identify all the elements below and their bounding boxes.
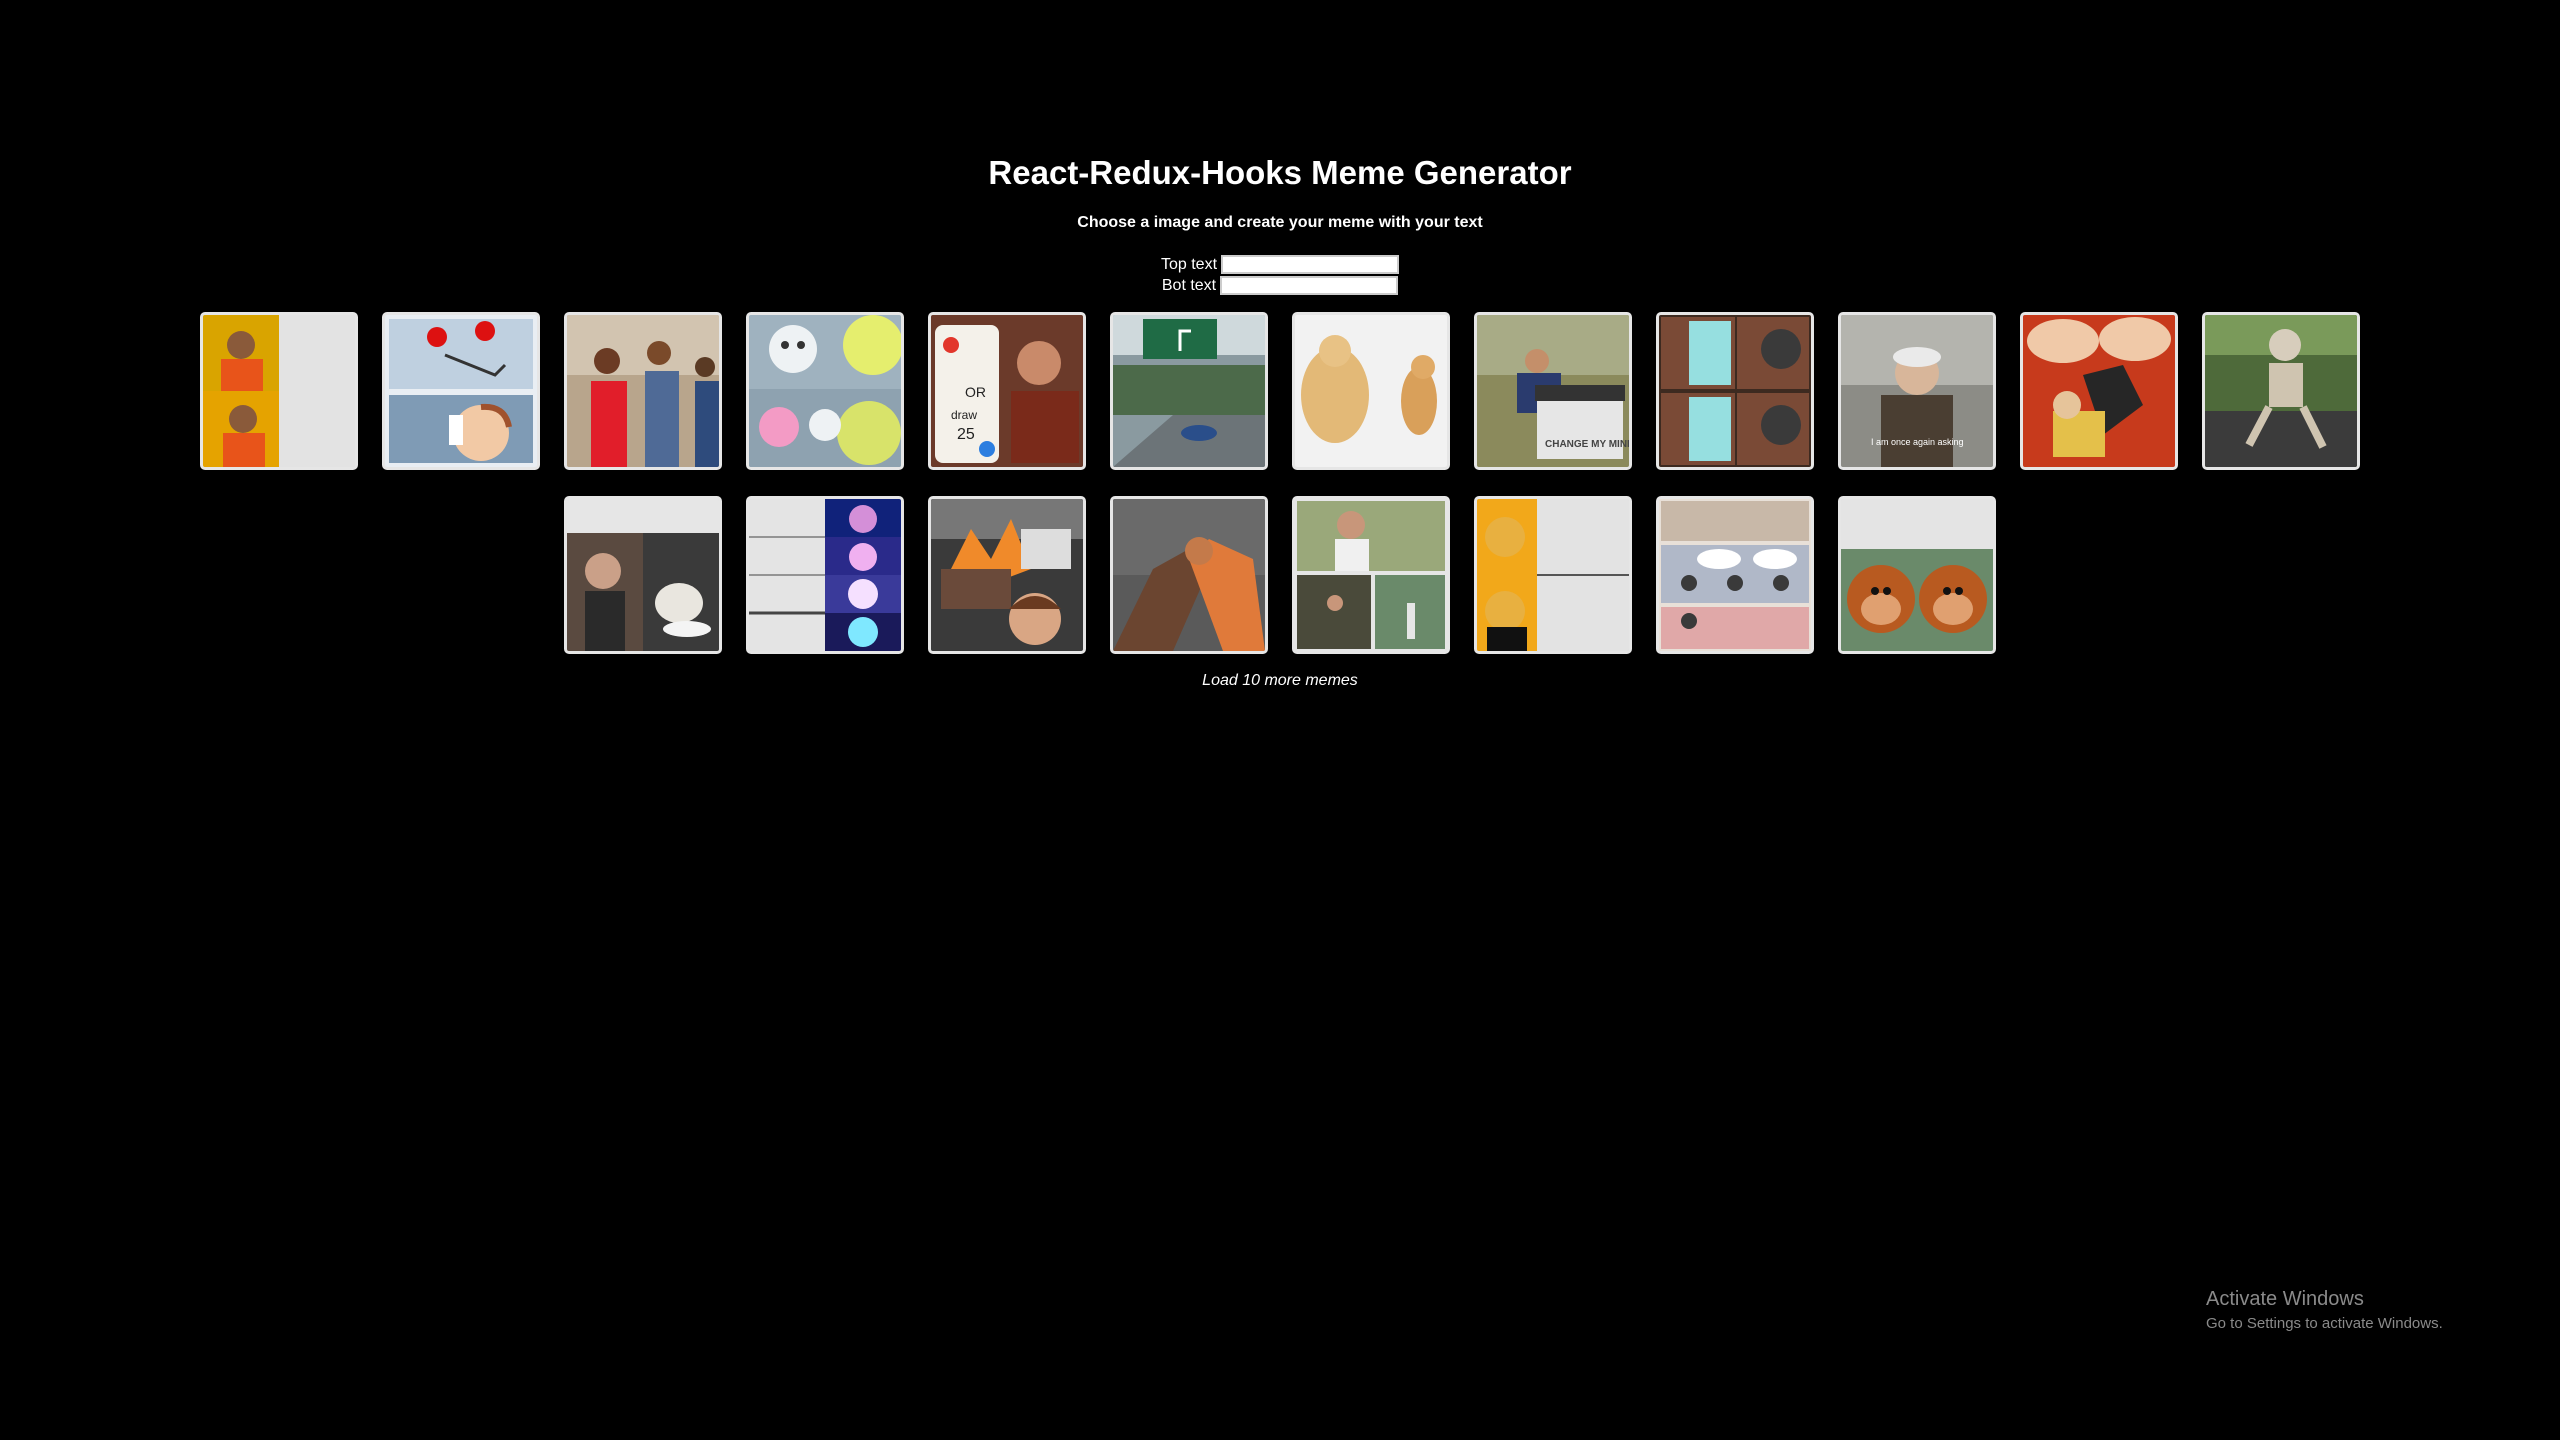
bernie-caption: I am once again asking: [1871, 437, 1964, 447]
change-my-mind-caption: CHANGE MY MIND: [1545, 439, 1629, 450]
meme-grid-row-2: [0, 496, 2560, 654]
meme-thumb-gru-plan[interactable]: [1656, 312, 1814, 470]
meme-thumb-bernie-once-again-asking[interactable]: I am once again asking: [1838, 312, 1996, 470]
meme-thumb-left-exit-12[interactable]: [1110, 312, 1268, 470]
meme-thumb-tuxedo-winnie-the-pooh[interactable]: [1474, 496, 1632, 654]
uno-or-text: OR: [965, 384, 986, 400]
meme-thumb-batman-slapping-robin[interactable]: [2020, 312, 2178, 470]
page-subtitle: Choose a image and create your meme with…: [1077, 214, 1483, 231]
uno-num-text: 25: [957, 426, 975, 443]
page-title: React-Redux-Hooks Meme Generator: [988, 154, 1572, 191]
meme-thumb-blob-ball[interactable]: [746, 312, 904, 470]
meme-text-form: Top text Bot text: [0, 254, 2560, 296]
top-text-label: Top text: [1160, 255, 1218, 273]
meme-thumb-distracted-boyfriend[interactable]: [564, 312, 722, 470]
top-text-input[interactable]: [1221, 255, 1400, 274]
bot-text-row: Bot text: [1161, 275, 1399, 296]
meme-thumb-sad-pablo-escobar[interactable]: [1292, 496, 1450, 654]
meme-thumb-buff-doge-vs-cheems[interactable]: [1292, 312, 1450, 470]
watermark-title: Activate Windows: [2206, 1288, 2364, 1310]
meme-thumb-epic-handshake[interactable]: [1110, 496, 1268, 654]
load-more-link[interactable]: Load 10 more memes: [0, 672, 2560, 690]
meme-thumb-drake[interactable]: [200, 312, 358, 470]
meme-thumb-two-buttons[interactable]: [382, 312, 540, 470]
meme-generator-app: React-Redux-Hooks Meme Generator Choose …: [0, 0, 2560, 1440]
meme-thumb-monkey-puppet[interactable]: [1838, 496, 1996, 654]
bot-text-input[interactable]: [1220, 276, 1399, 295]
meme-thumb-expanding-brain[interactable]: [746, 496, 904, 654]
meme-thumb-woman-yelling-at-cat[interactable]: [564, 496, 722, 654]
top-text-row: Top text: [1160, 254, 1400, 275]
meme-thumb-change-my-mind[interactable]: CHANGE MY MIND: [1474, 312, 1632, 470]
meme-thumb-uno-draw-25[interactable]: OR draw 25: [928, 312, 1086, 470]
meme-thumb-disaster-girl[interactable]: [928, 496, 1086, 654]
uno-draw-text: draw: [951, 408, 977, 422]
meme-thumb-boardroom-meeting[interactable]: [1656, 496, 1814, 654]
windows-activation-watermark: Activate Windows Go to Settings to activ…: [2206, 1288, 2443, 1332]
watermark-subtitle: Go to Settings to activate Windows.: [2206, 1315, 2443, 1332]
meme-thumb-waiting-skeleton[interactable]: [2202, 312, 2360, 470]
meme-grid-row-1: OR draw 25 CHANGE MY MIND I am once agai…: [0, 312, 2560, 470]
bot-text-label: Bot text: [1161, 276, 1217, 294]
